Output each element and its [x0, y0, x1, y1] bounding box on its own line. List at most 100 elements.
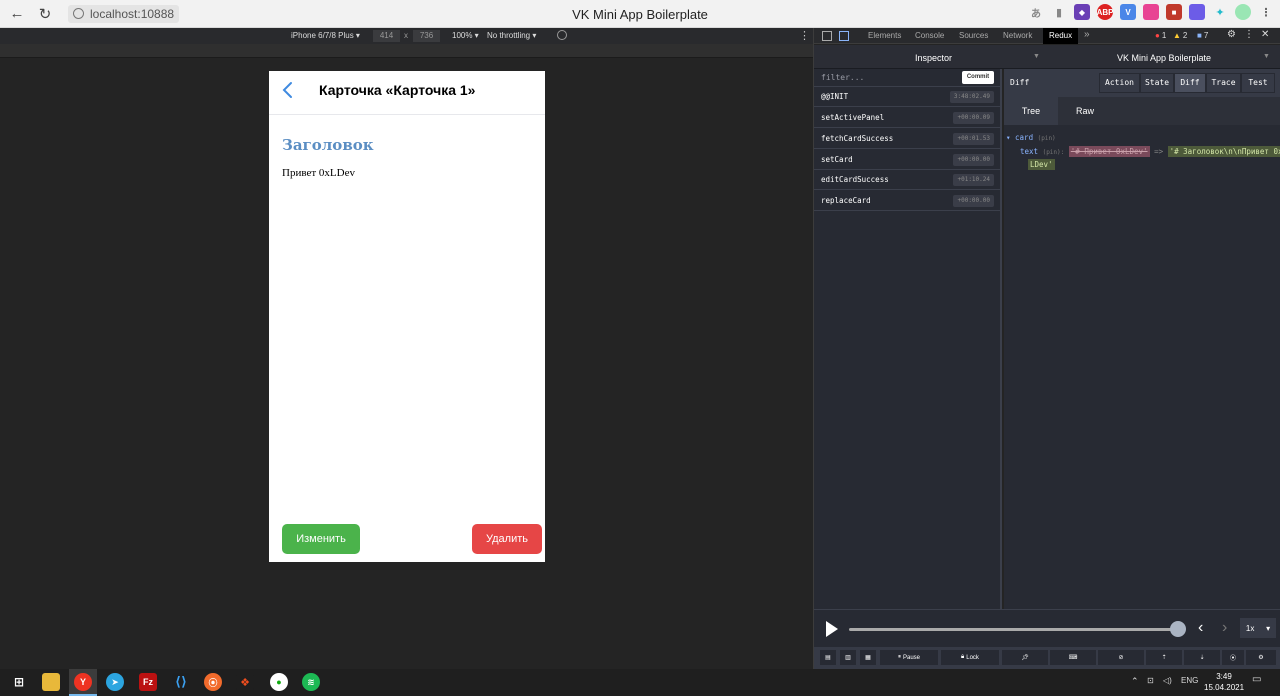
- tab-tree[interactable]: Tree: [1004, 97, 1058, 125]
- action-item[interactable]: editCardSuccess +01:10.24: [814, 170, 1000, 190]
- action-name: setActivePanel: [821, 113, 885, 122]
- height-input[interactable]: 736: [413, 30, 440, 42]
- extension-icon[interactable]: ◆: [1074, 4, 1090, 20]
- device-select[interactable]: iPhone 6/7/8 Plus ▾: [291, 31, 360, 40]
- zoom-select[interactable]: 100% ▾: [452, 31, 479, 40]
- edit-button[interactable]: Изменить: [282, 524, 360, 554]
- persist-button[interactable]: ⊘: [1098, 650, 1144, 665]
- phone-viewport: Карточка «Карточка 1» Заголовок Привет 0…: [269, 71, 545, 562]
- settings-gear-icon[interactable]: ⚙: [1227, 29, 1236, 40]
- error-count[interactable]: ● 1: [1155, 31, 1166, 40]
- device-toggle-icon[interactable]: [839, 31, 849, 41]
- back-arrow-icon[interactable]: ←: [6, 3, 28, 25]
- inspect-element-icon[interactable]: [822, 31, 832, 41]
- postman-icon[interactable]: ⦿: [204, 673, 222, 691]
- tab-state[interactable]: State: [1140, 73, 1174, 93]
- keyboard-button[interactable]: ⌨: [1050, 650, 1096, 665]
- expand-caret-icon[interactable]: ▾: [1006, 133, 1011, 142]
- slider-track[interactable]: [849, 628, 1179, 631]
- adblock-icon[interactable]: ABP: [1097, 4, 1113, 20]
- slider-thumb[interactable]: [1170, 621, 1186, 637]
- tab-redux[interactable]: Redux: [1043, 28, 1079, 44]
- app-icon[interactable]: ●: [270, 673, 288, 691]
- remote-button[interactable]: ⦿: [1222, 650, 1244, 665]
- tab-sources[interactable]: Sources: [959, 31, 988, 40]
- spotify-icon[interactable]: ≋: [302, 673, 320, 691]
- speed-select[interactable]: 1x ▾: [1240, 618, 1276, 638]
- more-options-icon[interactable]: ⋮: [799, 29, 810, 42]
- rotate-icon[interactable]: [557, 30, 567, 40]
- warning-icon: ▲: [1173, 31, 1181, 40]
- action-item[interactable]: setActivePanel +00:00.09: [814, 108, 1000, 128]
- language-indicator[interactable]: ENG: [1181, 676, 1198, 685]
- tab-elements[interactable]: Elements: [868, 31, 901, 40]
- tray-chevron-icon[interactable]: ⌃: [1131, 676, 1139, 687]
- tree-node-card[interactable]: ▾ card (pin): [1006, 133, 1056, 142]
- extension-icon[interactable]: [1143, 4, 1159, 20]
- filezilla-icon[interactable]: Fz: [139, 673, 157, 691]
- width-input[interactable]: 414: [373, 30, 400, 42]
- vscode-icon[interactable]: ⟨⟩: [172, 673, 190, 691]
- log-monitor-icon[interactable]: ▤: [820, 650, 836, 665]
- telegram-icon[interactable]: ➤: [106, 673, 124, 691]
- figma-icon[interactable]: ❖: [236, 673, 254, 691]
- tab-raw[interactable]: Raw: [1058, 97, 1112, 125]
- tab-test[interactable]: Test: [1241, 73, 1275, 93]
- lock-button[interactable]: 🔒︎ Lock: [941, 650, 999, 665]
- inspector-select[interactable]: Inspector: [915, 53, 952, 63]
- delete-button[interactable]: Удалить: [472, 524, 542, 554]
- yandex-browser-icon[interactable]: Y: [74, 673, 92, 691]
- windows-start-icon[interactable]: ⊞: [10, 673, 28, 691]
- pin-button[interactable]: 📌︎: [1002, 650, 1048, 665]
- instance-select[interactable]: VK Mini App Boilerplate: [1117, 53, 1211, 63]
- close-icon[interactable]: ✕: [1261, 29, 1269, 40]
- file-explorer-icon[interactable]: [42, 673, 60, 691]
- menu-icon[interactable]: ⋮: [1258, 4, 1274, 20]
- chevron-down-icon[interactable]: ▼: [1033, 53, 1040, 60]
- tab-action[interactable]: Action: [1099, 73, 1140, 93]
- chart-monitor-icon[interactable]: ▦: [860, 650, 876, 665]
- clock[interactable]: 3:49 15.04.2021: [1204, 671, 1244, 693]
- next-icon[interactable]: ›: [1222, 619, 1227, 637]
- download-button[interactable]: ⇣: [1184, 650, 1220, 665]
- filter-input[interactable]: filter...: [821, 73, 864, 82]
- commit-button[interactable]: Commit: [962, 71, 994, 84]
- more-tabs-icon[interactable]: »: [1084, 29, 1090, 40]
- action-item[interactable]: setCard +00:00.00: [814, 150, 1000, 170]
- warning-count[interactable]: ▲ 2: [1173, 31, 1187, 40]
- message-count[interactable]: ■ 7: [1197, 31, 1208, 40]
- translate-icon[interactable]: あ: [1028, 4, 1044, 20]
- action-item[interactable]: fetchCardSuccess +00:01.53: [814, 129, 1000, 149]
- bookmark-icon[interactable]: ▮: [1051, 4, 1067, 20]
- tree-node-text[interactable]: text (pin): '# Привет 0xLDev' => '# Заго…: [1020, 146, 1280, 157]
- extension-icon[interactable]: [1189, 4, 1205, 20]
- tab-diff[interactable]: Diff: [1174, 73, 1206, 93]
- address-bar[interactable]: localhost:10888: [68, 4, 180, 23]
- devtools-panel: Elements Console Sources Network Redux »…: [813, 28, 1280, 669]
- tab-console[interactable]: Console: [915, 31, 944, 40]
- previous-icon[interactable]: ‹: [1198, 619, 1203, 637]
- chevron-down-icon[interactable]: ▼: [1263, 53, 1270, 60]
- pin-icon: 📌︎: [1021, 655, 1029, 661]
- back-chevron-icon[interactable]: [281, 80, 295, 100]
- pause-button[interactable]: ⏸ Pause: [880, 650, 938, 665]
- vk-extension-icon[interactable]: V: [1120, 4, 1136, 20]
- upload-button[interactable]: ⇡: [1146, 650, 1182, 665]
- settings-button[interactable]: ⚙: [1246, 650, 1276, 665]
- action-name: fetchCardSuccess: [821, 134, 894, 143]
- tab-network[interactable]: Network: [1003, 31, 1032, 40]
- play-icon[interactable]: [826, 621, 838, 637]
- tab-trace[interactable]: Trace: [1206, 73, 1241, 93]
- volume-icon[interactable]: ◁): [1163, 676, 1172, 685]
- extension-icon[interactable]: ■: [1166, 4, 1182, 20]
- extension-icon[interactable]: ✦: [1212, 4, 1228, 20]
- devtools-more-icon[interactable]: ⋮: [1244, 29, 1254, 40]
- notifications-icon[interactable]: ▭: [1252, 674, 1261, 685]
- reload-icon[interactable]: ↻: [34, 3, 56, 25]
- action-item[interactable]: @@INIT 3:48:02.49: [814, 87, 1000, 107]
- network-icon[interactable]: ⊡: [1147, 676, 1154, 685]
- extension-icon[interactable]: [1235, 4, 1251, 20]
- inspector-monitor-icon[interactable]: ▥: [840, 650, 856, 665]
- action-item[interactable]: replaceCard +00:00.00: [814, 191, 1000, 211]
- throttling-select[interactable]: No throttling ▾: [487, 31, 536, 40]
